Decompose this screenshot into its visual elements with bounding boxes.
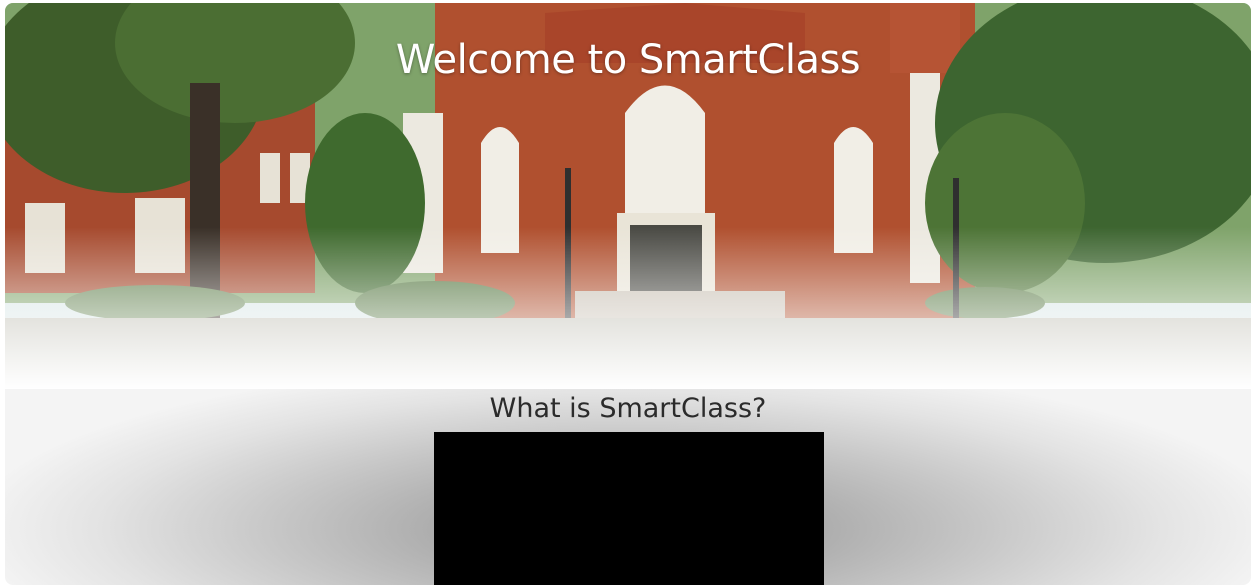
about-heading: What is SmartClass?	[489, 393, 767, 424]
intro-video-player[interactable]	[434, 432, 824, 585]
hero-banner: Welcome to SmartClass	[5, 3, 1251, 389]
page-frame: Welcome to SmartClass What is SmartClass…	[5, 3, 1251, 585]
about-section: What is SmartClass?	[5, 389, 1251, 585]
hero-title: Welcome to SmartClass	[395, 37, 861, 83]
